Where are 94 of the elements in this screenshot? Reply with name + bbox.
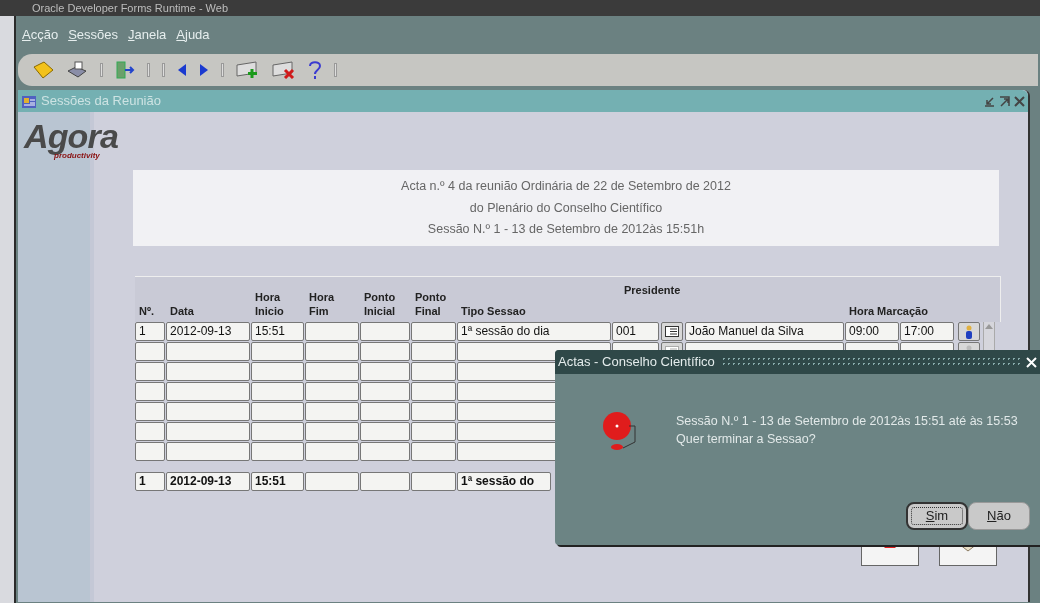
table-cell[interactable] <box>411 342 456 361</box>
table-cell[interactable] <box>135 362 165 381</box>
column-header: Hora Fim <box>308 290 336 318</box>
table-cell[interactable]: 1ª sessão do <box>457 472 551 491</box>
close-icon[interactable] <box>1014 95 1025 107</box>
menu-item[interactable]: Janela <box>128 25 167 45</box>
table-cell[interactable] <box>411 422 456 441</box>
menu-item[interactable]: Ajuda <box>176 25 210 45</box>
table-cell[interactable] <box>135 342 165 361</box>
table-cell[interactable] <box>305 472 359 491</box>
table-cell[interactable] <box>251 442 304 461</box>
table-cell[interactable] <box>360 402 410 421</box>
table-cell[interactable] <box>166 362 250 381</box>
header-text: do Plenário do Conselho Científico <box>469 199 663 217</box>
table-cell[interactable]: 001 <box>612 322 659 341</box>
person-icon <box>965 324 973 339</box>
table-cell[interactable]: 15:51 <box>251 322 304 341</box>
column-header: Nº. <box>138 304 156 318</box>
table-cell[interactable] <box>305 322 359 341</box>
table-cell[interactable] <box>360 322 410 341</box>
table-cell[interactable] <box>135 442 165 461</box>
table-cell[interactable]: 2012-09-13 <box>166 322 250 341</box>
column-header: Tipo Sessao <box>460 304 527 318</box>
save-icon[interactable] <box>32 61 54 79</box>
form-icon <box>21 93 37 109</box>
window-title: Oracle Developer Forms Runtime - Web <box>32 2 229 14</box>
table-cell[interactable] <box>411 442 456 461</box>
table-cell[interactable]: 1 <box>135 472 165 491</box>
printer-icon[interactable] <box>66 61 88 79</box>
column-header: Hora Inicio <box>254 290 285 318</box>
maximize-icon[interactable] <box>999 95 1010 107</box>
table-cell[interactable] <box>251 362 304 381</box>
menu-item[interactable]: Acção <box>22 25 59 45</box>
insert-record-icon[interactable] <box>236 61 260 79</box>
form-title: Sessões da Reunião <box>41 92 162 111</box>
next-icon[interactable] <box>199 63 209 77</box>
previous-icon[interactable] <box>177 63 187 77</box>
table-cell[interactable] <box>166 342 250 361</box>
table-cell[interactable] <box>305 442 359 461</box>
help-icon[interactable] <box>308 60 322 80</box>
table-cell[interactable]: 1ª sessão do dia <box>457 322 611 341</box>
table-cell[interactable] <box>360 362 410 381</box>
column-header: Hora Marcação <box>848 304 929 318</box>
table-cell[interactable] <box>411 472 456 491</box>
dialog-button[interactable]: Sim <box>906 502 968 530</box>
delete-record-icon[interactable] <box>272 61 296 79</box>
table-cell[interactable]: 1 <box>135 322 165 341</box>
column-header: Ponto Inicial <box>363 290 397 318</box>
table-cell[interactable] <box>411 402 456 421</box>
table-cell[interactable] <box>305 382 359 401</box>
header-text: Acta n.º 4 da reunião Ordinária de 22 de Setembro de 2012 <box>401 177 731 195</box>
table-cell[interactable] <box>305 362 359 381</box>
table-cell[interactable] <box>166 402 250 421</box>
table-cell[interactable] <box>166 382 250 401</box>
table-cell[interactable]: João Manuel da Silva <box>685 322 844 341</box>
table-cell[interactable] <box>166 422 250 441</box>
person-button[interactable] <box>958 322 980 341</box>
header-text: Sessão N.º 1 - 13 de Setembro de 2012às 15:51h <box>427 221 705 239</box>
table-cell[interactable] <box>305 402 359 421</box>
table-cell[interactable] <box>360 382 410 401</box>
table-cell[interactable] <box>166 442 250 461</box>
table-cell[interactable] <box>411 382 456 401</box>
dialog-message: Sessão N.º 1 - 13 de Setembro de 2012às 15:51 até às 15:53 <box>676 413 1019 430</box>
table-cell[interactable] <box>360 442 410 461</box>
table-cell[interactable] <box>135 382 165 401</box>
table-cell[interactable] <box>251 422 304 441</box>
door-arrow-icon[interactable] <box>115 61 135 79</box>
table-cell[interactable] <box>251 402 304 421</box>
dialog-button[interactable]: Não <box>968 502 1030 530</box>
table-cell[interactable]: 09:00 <box>845 322 899 341</box>
column-header: Ponto Final <box>414 290 448 318</box>
table-cell[interactable] <box>251 382 304 401</box>
table-cell[interactable] <box>411 362 456 381</box>
table-cell[interactable]: 17:00 <box>900 322 954 341</box>
table-cell[interactable] <box>305 342 359 361</box>
table-cell[interactable] <box>360 472 410 491</box>
column-header: Presidente <box>623 283 682 297</box>
logo-tagline: productivity <box>54 152 100 160</box>
list-icon <box>665 326 679 337</box>
table-cell[interactable] <box>360 342 410 361</box>
dialog-message: Quer terminar a Sessao? <box>676 431 817 448</box>
table-cell[interactable] <box>360 422 410 441</box>
table-cell[interactable] <box>251 342 304 361</box>
menu-item[interactable]: Sessões <box>68 25 118 45</box>
list-button[interactable] <box>661 322 683 341</box>
table-cell[interactable]: 2012-09-13 <box>166 472 250 491</box>
table-cell[interactable]: 15:51 <box>251 472 304 491</box>
dialog-title: Actas - Conselho Científico <box>558 353 715 372</box>
minimize-icon[interactable] <box>984 95 995 107</box>
table-cell[interactable] <box>411 322 456 341</box>
table-cell[interactable] <box>305 422 359 441</box>
table-cell[interactable] <box>135 402 165 421</box>
table-cell[interactable] <box>135 422 165 441</box>
column-header: Data <box>169 304 195 318</box>
